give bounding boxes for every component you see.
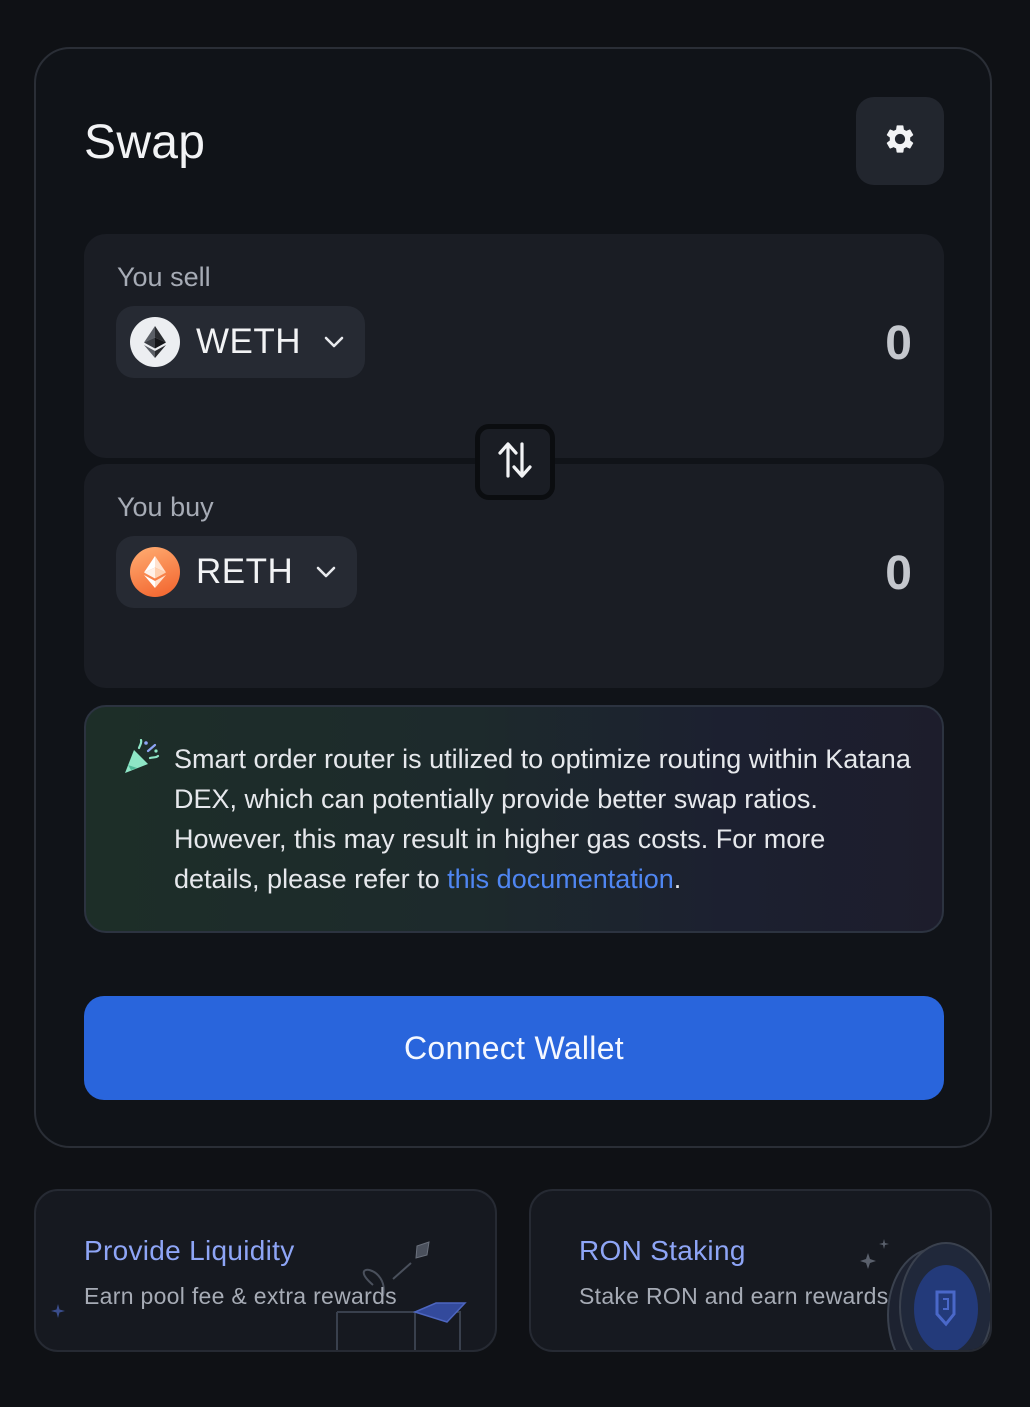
ethereum-icon [130,547,180,597]
swap-direction-button[interactable] [475,424,555,500]
settings-button[interactable] [856,97,944,185]
sell-token-selector[interactable]: WETH [116,306,366,378]
router-info-banner: Smart order router is utilized to optimi… [84,705,944,933]
ron-staking-card[interactable]: RON Staking Stake RON and earn rewards [529,1189,992,1352]
gift-box-illustration [336,1241,467,1350]
buy-token-selector[interactable]: RETH [116,536,358,608]
sell-label: You sell [117,262,211,292]
promo-subtitle: Stake RON and earn rewards [579,1283,889,1309]
connect-wallet-button[interactable]: Connect Wallet [84,996,944,1100]
router-info-text: Smart order router is utilized to optimi… [174,739,914,899]
sell-token-symbol: WETH [196,322,302,361]
chevron-down-icon [323,335,345,349]
buy-label: You buy [117,492,214,522]
ethereum-icon [130,317,180,367]
promo-title: RON Staking [579,1235,746,1266]
promo-title: Provide Liquidity [84,1235,295,1266]
ron-coin-illustration [860,1239,990,1350]
promo-subtitle: Earn pool fee & extra rewards [84,1283,397,1309]
buy-amount-input[interactable]: 0 [885,546,912,601]
party-popper-icon [122,738,160,782]
swap-card: Swap You sell WETH 0 You buy RETH 0 Smar… [34,47,992,1148]
gear-icon [883,122,917,161]
documentation-link[interactable]: this documentation [447,864,674,894]
chevron-down-icon [315,565,337,579]
buy-token-symbol: RETH [196,552,294,591]
sparkle-icon [51,1304,65,1318]
provide-liquidity-card[interactable]: Provide Liquidity Earn pool fee & extra … [34,1189,497,1352]
swap-arrows-icon [497,440,533,485]
sell-amount-input[interactable]: 0 [885,316,912,371]
router-info-suffix: . [673,864,682,894]
page-title: Swap [84,116,206,169]
